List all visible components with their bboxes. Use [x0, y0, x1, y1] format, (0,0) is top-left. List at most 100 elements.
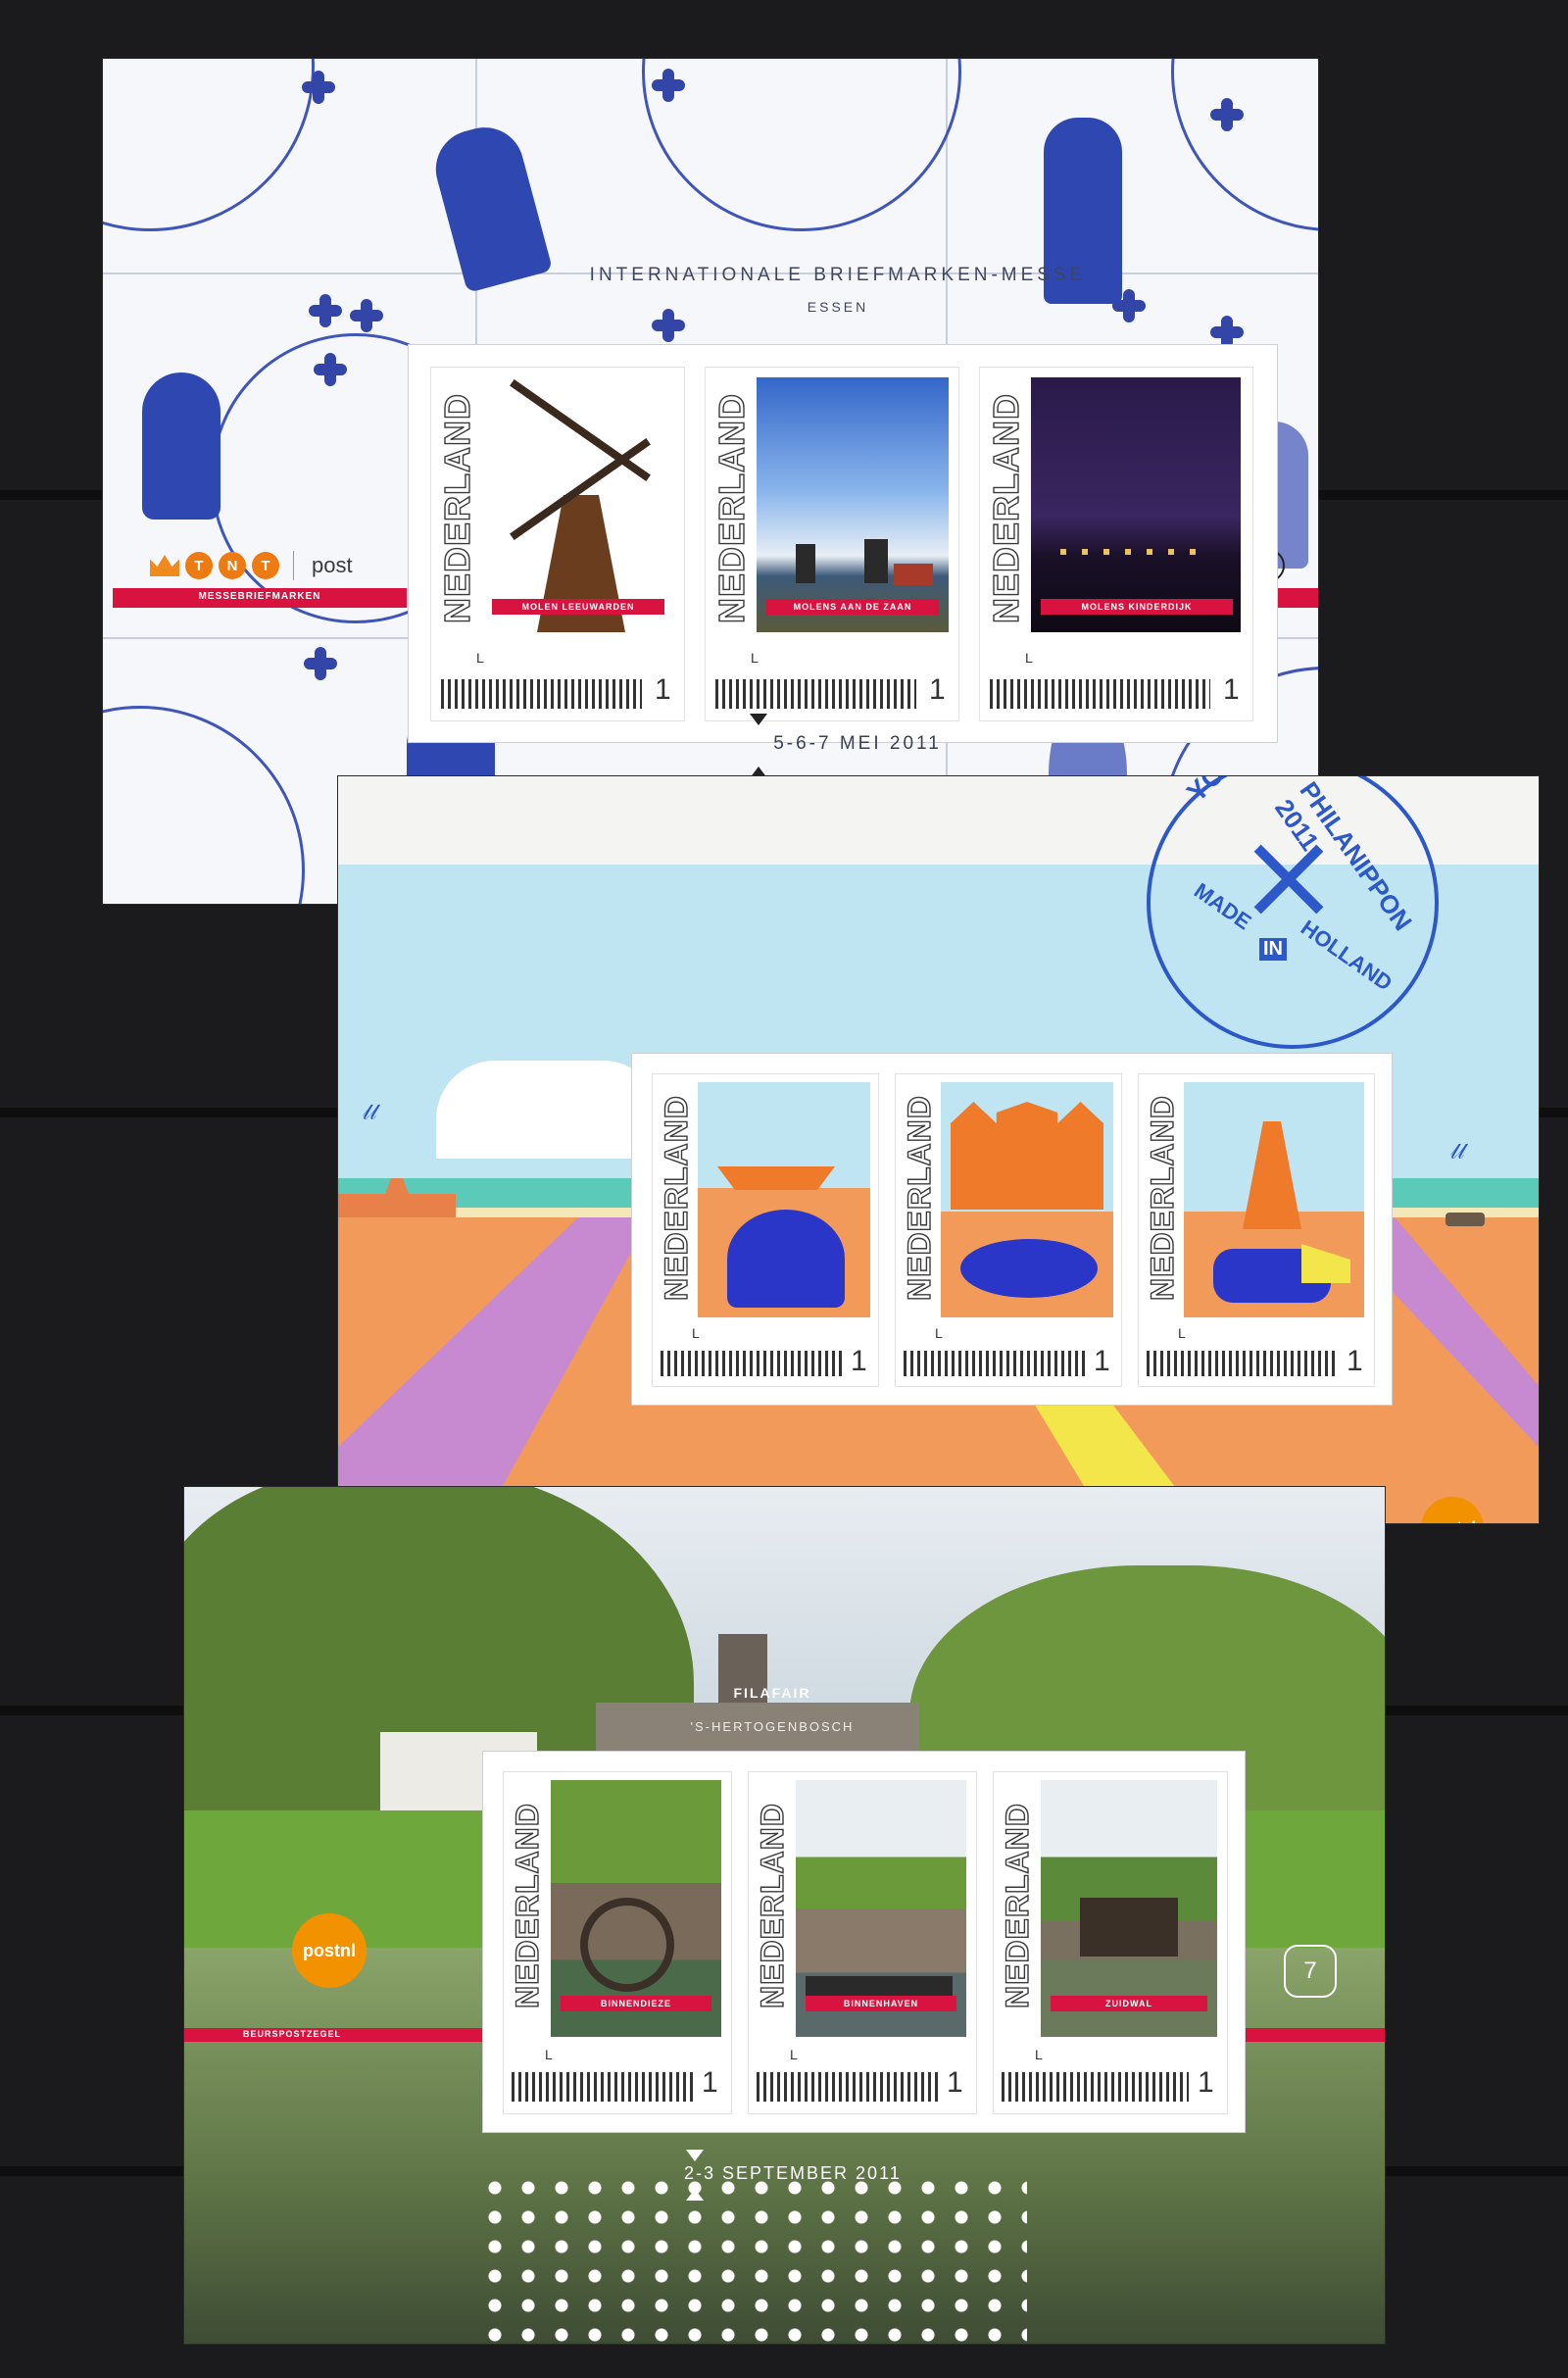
stamp-country: NEDERLAND: [901, 1094, 937, 1301]
sheet-subtitle: 'S-HERTOGENBOSCH: [690, 1719, 855, 1734]
tile-circle: [103, 59, 315, 231]
stamp-barcode: [441, 679, 642, 709]
band-label: MESSEBRIEFMARKEN: [198, 591, 321, 602]
sheet-number-digit: 7: [1303, 1957, 1317, 1984]
sheet-date: 2-3 SEPTEMBER 2011: [684, 2163, 902, 2183]
sheet-number: 7: [1284, 1945, 1337, 1998]
stamp-caption: MOLENS AAN DE ZAAN: [766, 599, 939, 615]
flowers: [478, 2173, 1027, 2344]
kissing-couple: [727, 1210, 845, 1308]
bird-icon: 𝓁𝓁: [1450, 1139, 1465, 1164]
postnl-word: postnl: [303, 1940, 356, 1960]
stamp: NEDERLAND MOLENS AAN DE ZAAN 1 L: [705, 367, 959, 721]
windmill: [864, 539, 888, 583]
sheet-title: INTERNATIONALE BRIEFMARKEN-MESSE: [589, 265, 1087, 285]
stamp-value: 1: [947, 2066, 963, 2099]
sluice-gate: [1080, 1898, 1178, 1957]
delft-flower-icon: [314, 353, 347, 386]
stamp-l-mark: L: [935, 1325, 943, 1341]
stamp-barcode: [1147, 1351, 1338, 1376]
souvenir-sheet-filafair: FILAFAIR 'S-HERTOGENBOSCH BEURSPOSTZEGEL…: [184, 1487, 1385, 2344]
stamp-image-molens-kinderdijk: [1031, 377, 1241, 632]
windmill-sail: [510, 378, 651, 482]
arched-bridge: [580, 1898, 674, 1992]
band-label: BEURSPOSTZEGEL: [243, 2029, 342, 2039]
stamp: NEDERLAND MOLENS KINDERDIJK 1 L: [979, 367, 1253, 721]
stamp-caption: MOLEN LEEUWARDEN: [492, 599, 664, 615]
stamp-block: NEDERLAND MOLEN LEEUWARDEN 1 L NEDERLAND…: [403, 339, 1283, 748]
tnt-letter-n: N: [219, 552, 246, 579]
stamp-barcode: [715, 679, 916, 709]
delft-flower-icon: [304, 647, 337, 680]
stamp: NEDERLAND MOLEN LEEUWARDEN 1 L: [430, 367, 685, 721]
stamp-value: 1: [655, 673, 671, 706]
tile-circle: [103, 706, 305, 904]
delft-flower-icon: [309, 294, 342, 327]
stamp-barcode: [990, 679, 1210, 709]
stamp-country: NEDERLAND: [999, 1802, 1035, 2008]
red-house: [894, 564, 933, 585]
stamp-l-mark: L: [751, 650, 759, 666]
stamp-caption: BINNENDIEZE: [561, 1996, 711, 2011]
stamp-block: NEDERLAND 1 L NEDERLAND 1 L NEDERLAND 1 …: [626, 1048, 1397, 1411]
stamp-barcode: [904, 1351, 1085, 1376]
stamp-value: 1: [702, 2066, 718, 2099]
canal-houses: [951, 1102, 1103, 1210]
stamp-country: NEDERLAND: [985, 392, 1026, 623]
windmill: [796, 544, 815, 583]
stamp-image-houses-clogs: [941, 1082, 1113, 1317]
sheet-date: 5-6-7 MEI 2011: [773, 733, 942, 754]
stamp-barcode: [1002, 2072, 1189, 2102]
stamp-value: 1: [929, 673, 946, 706]
delft-flower-icon: [1210, 316, 1244, 349]
stamp-country: NEDERLAND: [1144, 1094, 1180, 1301]
lights-row: [1060, 549, 1207, 555]
souvenir-sheet-philanippon: YOKOHAMA PHILANIPPON 2011 MADE IN HOLLAN…: [338, 776, 1539, 1523]
stamp: NEDERLAND BINNENDIEZE 1 L: [503, 1771, 732, 2114]
stamp-value: 1: [851, 1345, 867, 1377]
ship: [717, 1166, 835, 1190]
stamp-country: NEDERLAND: [754, 1802, 790, 2008]
cow-icon: [1446, 1213, 1485, 1226]
stamp-caption: ZUIDWAL: [1051, 1996, 1207, 2011]
stamp: NEDERLAND 1 L: [895, 1073, 1122, 1387]
registration-triangle: [686, 2189, 704, 2201]
delft-flower-icon: [1210, 98, 1244, 131]
tnt-post-word: post: [312, 553, 353, 577]
delft-flower-icon: [302, 71, 335, 104]
windmill: [1243, 1121, 1301, 1229]
cloud: [436, 1061, 662, 1159]
postnl-word: postnl: [1429, 1519, 1476, 1523]
stamp: NEDERLAND 1 L: [1138, 1073, 1375, 1387]
cheese-wedge: [1301, 1244, 1350, 1283]
delft-figure-woman: [142, 372, 220, 520]
stamp-barcode: [757, 2072, 938, 2102]
tnt-post-logo: T N T post: [150, 546, 353, 585]
stamp-block: NEDERLAND BINNENDIEZE 1 L NEDERLAND BINN…: [477, 1746, 1250, 2138]
stamp: NEDERLAND ZUIDWAL 1 L: [993, 1771, 1228, 2114]
stamp-country: NEDERLAND: [710, 392, 752, 623]
stamp-l-mark: L: [1178, 1325, 1186, 1341]
stamp-country: NEDERLAND: [509, 1802, 545, 2008]
stamp-country: NEDERLAND: [436, 392, 477, 623]
stamp-caption: BINNENHAVEN: [806, 1996, 956, 2011]
postmark-in: IN: [1259, 938, 1287, 961]
stamp-country: NEDERLAND: [658, 1094, 694, 1301]
clogs: [960, 1239, 1098, 1298]
boats: [806, 1976, 953, 1996]
stamp-l-mark: L: [692, 1325, 700, 1341]
stamp-image-windmill-cheese: [1184, 1082, 1364, 1317]
sheet-subtitle: ESSEN: [807, 299, 869, 315]
bird-icon: 𝓁𝓁: [363, 1100, 377, 1124]
logo-separator: [293, 551, 294, 580]
stamp-value: 1: [1094, 1345, 1110, 1377]
stamp-barcode: [512, 2072, 693, 2102]
tile-circle: [1171, 59, 1318, 231]
stamp-image-ship-kiss: [698, 1082, 870, 1317]
stamp: NEDERLAND BINNENHAVEN 1 L: [748, 1771, 977, 2114]
stamp-l-mark: L: [476, 650, 484, 666]
stamp-value: 1: [1347, 1345, 1363, 1377]
registration-triangle: [750, 714, 767, 725]
stamp: NEDERLAND 1 L: [652, 1073, 879, 1387]
delft-flower-icon: [350, 299, 383, 332]
